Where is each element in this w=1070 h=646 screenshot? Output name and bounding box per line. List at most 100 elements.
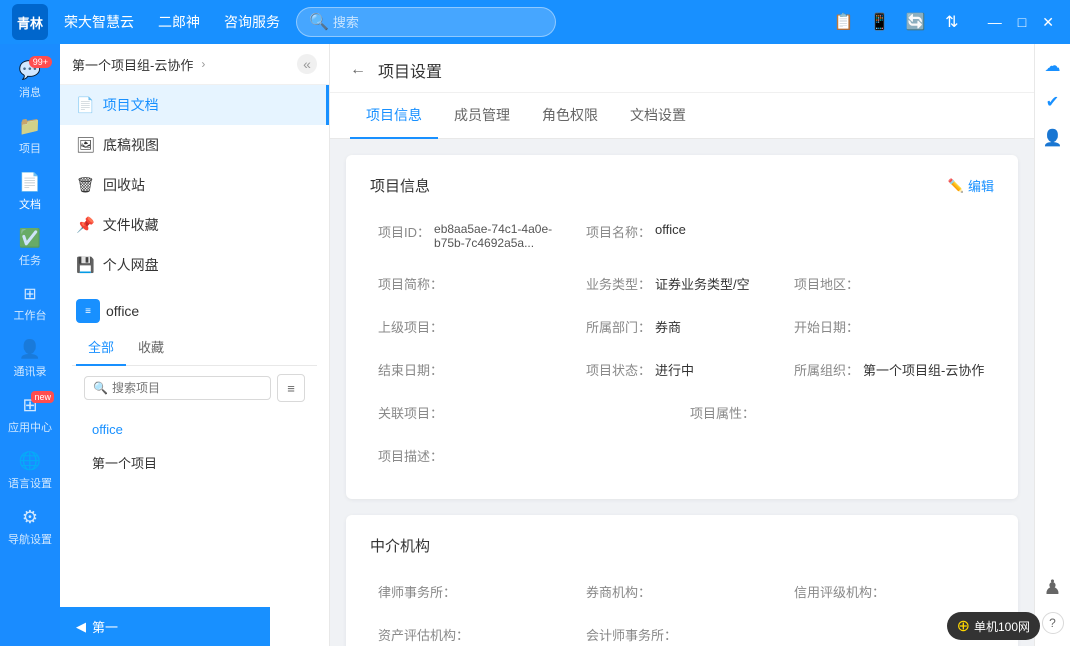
topbar-search-bar[interactable]: 🔍 [296, 7, 556, 37]
navsettings-icon: ⚙ [22, 507, 38, 528]
maximize-button[interactable]: □ [1014, 14, 1030, 30]
sidebar-item-navsettings[interactable]: ⚙ 导航设置 [0, 499, 60, 555]
info-cell-abbr: 项目简称： [370, 264, 578, 303]
sidebar-item-message[interactable]: 99+ 💬 消息 [0, 52, 60, 108]
project-search-wrap[interactable]: 🔍 [84, 376, 271, 400]
breadcrumb: 第一个项目组-云协作 [72, 55, 193, 74]
project-list-item-office[interactable]: office [84, 414, 305, 445]
info-cell-biz-type: 业务类型： 证券业务类型/空 [578, 264, 786, 303]
brand-name: 荣大智慧云 [64, 12, 134, 32]
cloud-icon[interactable]: ☁ [1045, 56, 1061, 76]
user-orange-icon[interactable]: 👤 [1043, 128, 1063, 148]
content-tab-member[interactable]: 成员管理 [438, 93, 526, 139]
project-search-row: 🔍 ≡ [72, 366, 317, 410]
sidebar-item-workbench[interactable]: ⊞ 工作台 [0, 276, 60, 331]
info-cell-law: 律师事务所： [370, 572, 578, 611]
content-tab-doc[interactable]: 文档设置 [614, 93, 702, 139]
info-cell-broker: 券商机构： [578, 572, 786, 611]
message-badge: 99+ [29, 56, 52, 68]
sidebar-item-appcenter[interactable]: new ⊞ 应用中心 [0, 387, 60, 443]
sidebar-icon-rail: 99+ 💬 消息 📁 项目 📄 文档 ✅ 任务 ⊞ 工作台 👤 通讯录 new … [0, 44, 60, 646]
cards-container: 项目信息 ✏️ 编辑 项目ID： eb8aa5ae-74c1-4a0e-b75b… [330, 139, 1034, 646]
sidebar-item-label: 导航设置 [8, 531, 52, 547]
trash-icon: 🗑 [76, 176, 95, 194]
info-cell-region: 项目地区： [786, 264, 994, 303]
page-title: 项目设置 [378, 58, 442, 82]
nav-item-label: 文件收藏 [103, 215, 159, 235]
intermediary-card-title: 中介机构 [370, 535, 430, 556]
project-info-card: 项目信息 ✏️ 编辑 项目ID： eb8aa5ae-74c1-4a0e-b75b… [346, 155, 1018, 499]
sidebar-item-task[interactable]: ✅ 任务 [0, 220, 60, 276]
sidebar-item-contact[interactable]: 👤 通讯录 [0, 331, 60, 387]
tab-collect[interactable]: 收藏 [126, 329, 176, 366]
sidebar-item-label: 项目 [19, 140, 41, 156]
edit-button[interactable]: ✏️ 编辑 [948, 176, 994, 195]
project-doc-icon: 📄 [76, 96, 95, 114]
nav-erlang[interactable]: 二郎神 [158, 12, 200, 32]
sidebar-item-label: 应用中心 [8, 419, 52, 435]
mobile-icon[interactable]: 📱 [868, 12, 892, 32]
help-button[interactable]: ? [1042, 612, 1064, 634]
project-icon: 📁 [19, 116, 41, 137]
minimize-button[interactable]: — [984, 14, 1006, 30]
intermediary-card-header: 中介机构 [370, 535, 994, 556]
sidebar-item-label: 语言设置 [8, 475, 52, 491]
right-sidebar: ☁ ✔ 👤 ♟ ? [1034, 44, 1070, 646]
bottom-btn-label: 第一 [92, 617, 118, 636]
content-area: ← 项目设置 项目信息 成员管理 角色权限 文档设置 项目信息 ✏️ 编辑 [330, 44, 1034, 646]
sidebar-item-label: 通讯录 [14, 363, 47, 379]
back-button[interactable]: ← [350, 61, 366, 79]
sync-icon[interactable]: ⇅ [940, 12, 964, 32]
project-list-item-first[interactable]: 第一个项目 [84, 445, 305, 480]
edit-label: 编辑 [968, 176, 994, 195]
main-layout: 99+ 💬 消息 📁 项目 📄 文档 ✅ 任务 ⊞ 工作台 👤 通讯录 new … [0, 44, 1070, 646]
info-cell-related: 关联项目： [370, 393, 682, 432]
search-input[interactable] [333, 15, 543, 30]
project-search-input[interactable] [112, 381, 262, 395]
sidebar-item-label: 文档 [19, 196, 41, 212]
project-list: office 第一个项目 [72, 410, 317, 484]
nav-item-label: 项目文档 [103, 95, 159, 115]
nav-item-draft-view[interactable]: 🖼 底稿视图 [60, 125, 329, 165]
refresh-icon[interactable]: 🔄 [904, 12, 928, 32]
rs-bottom: ♟ ? [1042, 575, 1064, 646]
close-button[interactable]: ✕ [1038, 14, 1058, 31]
info-cell-start-date: 开始日期： [786, 307, 994, 346]
chess-icon[interactable]: ♟ [1044, 575, 1062, 600]
project-header: ≡ office [72, 293, 317, 329]
sidebar-item-language[interactable]: 🌐 语言设置 [0, 443, 60, 499]
nav-item-label: 回收站 [103, 175, 145, 195]
info-cell-parent: 上级项目： [370, 307, 578, 346]
nav-consult[interactable]: 咨询服务 [224, 12, 280, 32]
contact-icon: 👤 [19, 339, 41, 360]
nav-item-file-collect[interactable]: 📌 文件收藏 [60, 205, 329, 245]
tab-all[interactable]: 全部 [76, 329, 126, 366]
info-cell-id: 项目ID： eb8aa5ae-74c1-4a0e-b75b-7c4692a5a.… [370, 212, 578, 260]
topbar-icon-group: 📋 📱 🔄 ⇅ — □ ✕ [832, 12, 1058, 32]
card-header: 项目信息 ✏️ 编辑 [370, 175, 994, 196]
content-tabs: 项目信息 成员管理 角色权限 文档设置 [330, 93, 1034, 139]
bottom-panel-button[interactable]: ◀ 第一 [60, 607, 270, 646]
left-panel-header: 第一个项目组-云协作 › « [60, 44, 329, 85]
topbar-nav: 荣大智慧云 二郎神 咨询服务 [64, 12, 280, 32]
nav-item-personal-disk[interactable]: 💾 个人网盘 [60, 245, 329, 285]
info-cell-end-date: 结束日期： [370, 350, 578, 389]
nav-item-project-doc[interactable]: 📄 项目文档 [60, 85, 329, 125]
sidebar-item-project[interactable]: 📁 项目 [0, 108, 60, 164]
note-icon[interactable]: 📋 [832, 12, 856, 32]
content-tab-info[interactable]: 项目信息 [350, 93, 438, 139]
content-tab-role[interactable]: 角色权限 [526, 93, 614, 139]
watermark-area: ⊕ 单机100网 [947, 612, 1040, 640]
project-name: office [106, 303, 139, 319]
collapse-button[interactable]: « [297, 54, 317, 74]
info-cell-empty1 [786, 212, 994, 260]
nav-item-trash[interactable]: 🗑 回收站 [60, 165, 329, 205]
left-panel: 第一个项目组-云协作 › « 📄 项目文档 🖼 底稿视图 🗑 回收站 📌 文件收… [60, 44, 330, 646]
intermediary-card: 中介机构 律师事务所： 券商机构： 信用评级机构： [346, 515, 1018, 646]
check-circle-icon[interactable]: ✔ [1046, 92, 1059, 112]
sidebar-item-doc[interactable]: 📄 文档 [0, 164, 60, 220]
filter-button[interactable]: ≡ [277, 374, 305, 402]
app-logo[interactable]: 青林 [12, 4, 48, 40]
info-cell-dept: 所属部门： 券商 [578, 307, 786, 346]
info-cell-accounting: 会计师事务所： [578, 615, 786, 646]
